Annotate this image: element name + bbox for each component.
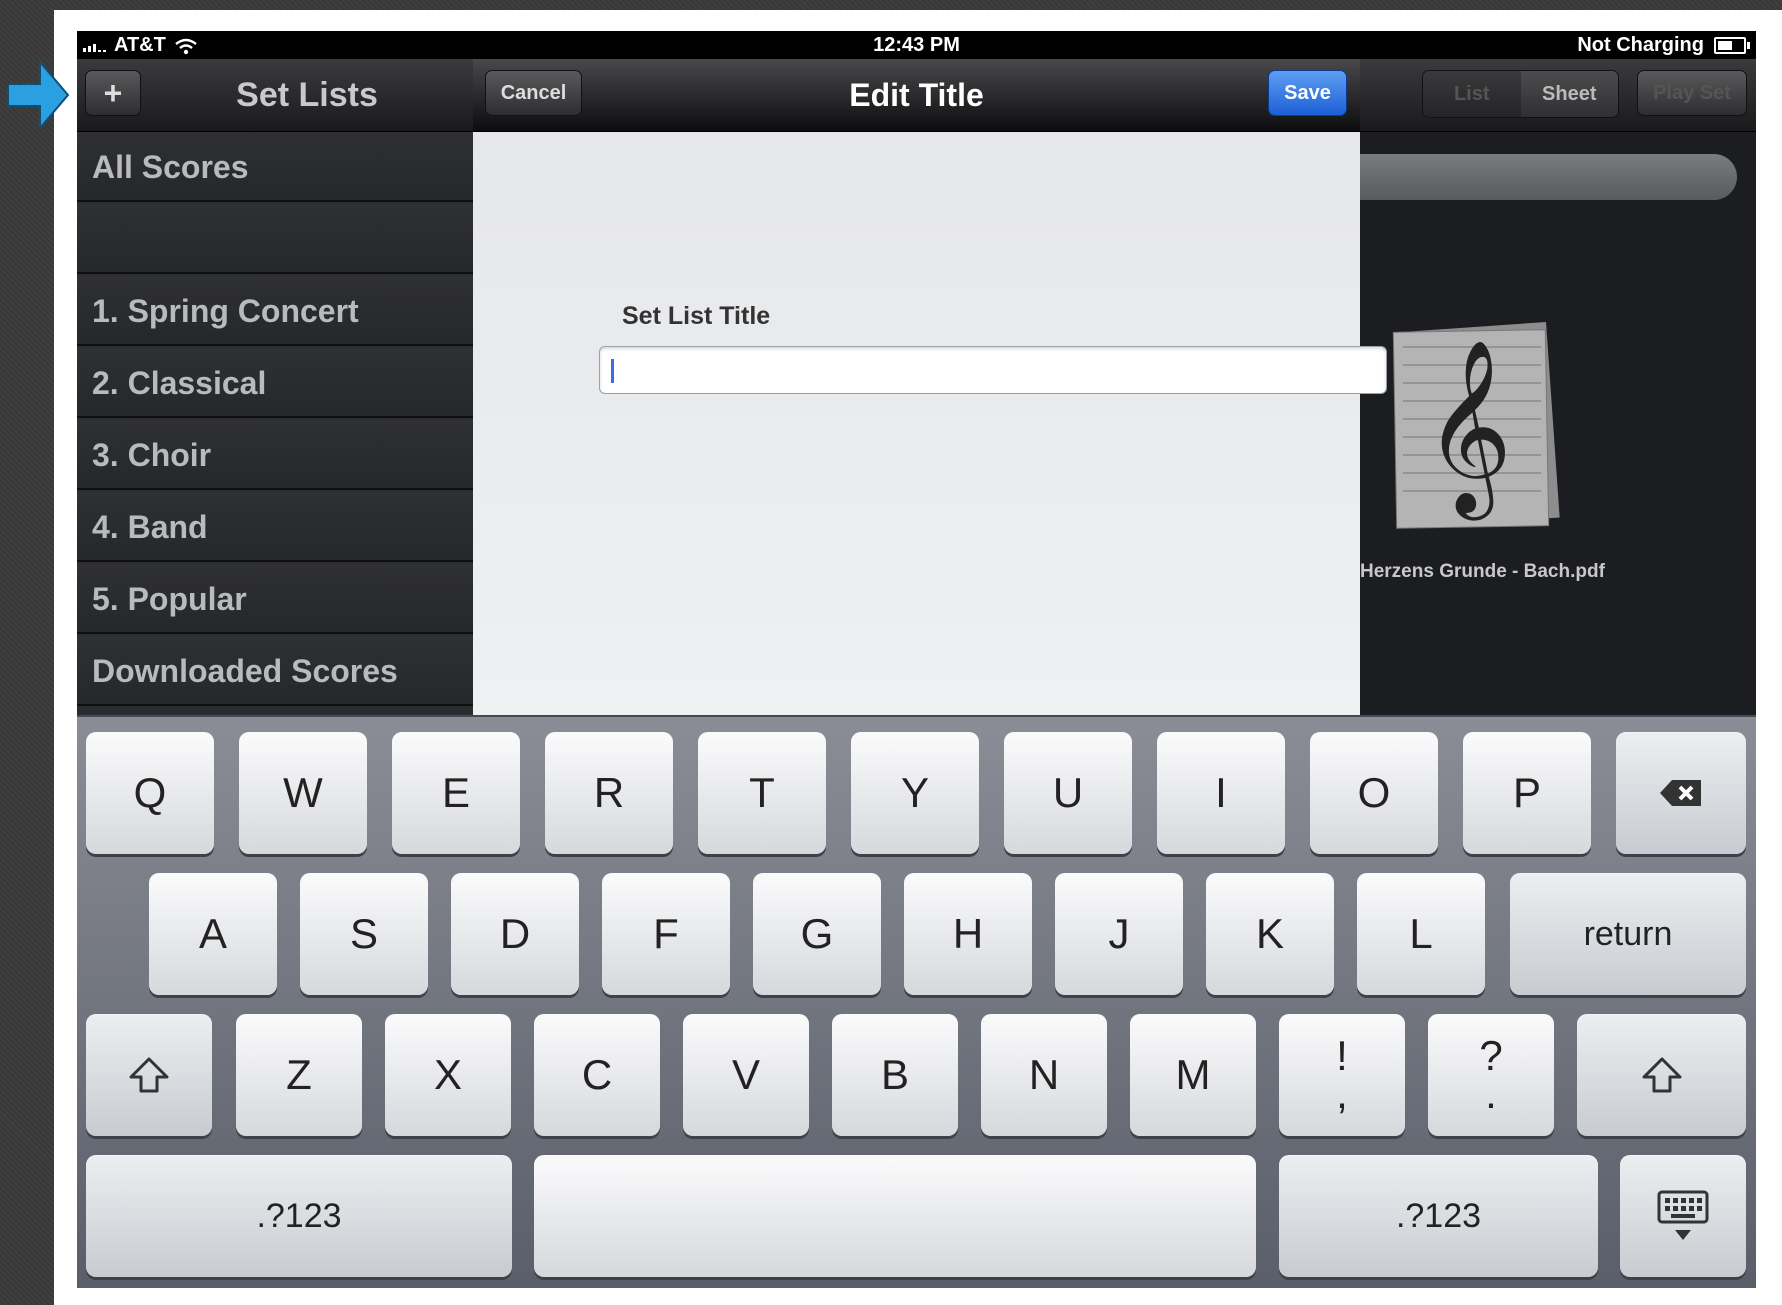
key-f[interactable]: F: [602, 873, 730, 995]
segment-list[interactable]: List: [1423, 71, 1521, 117]
shift-key-right[interactable]: [1577, 1014, 1746, 1136]
key-y[interactable]: Y: [851, 732, 979, 854]
text-caret: [611, 359, 614, 383]
key-w[interactable]: W: [239, 732, 367, 854]
clock: 12:43 PM: [873, 34, 960, 56]
set-lists-title: Set Lists: [236, 76, 378, 114]
sidebar-item-spring-concert[interactable]: 1. Spring Concert: [77, 276, 473, 346]
set-list-title-label: Set List Title: [622, 302, 771, 330]
key-j[interactable]: J: [1055, 873, 1183, 995]
key-m[interactable]: M: [1130, 1014, 1256, 1136]
key-e[interactable]: E: [392, 732, 520, 854]
edit-title-form: [473, 132, 1360, 715]
dismiss-keyboard-key[interactable]: [1620, 1155, 1746, 1277]
key-v[interactable]: V: [683, 1014, 809, 1136]
key-r[interactable]: R: [545, 732, 673, 854]
sidebar-item-popular[interactable]: 5. Popular: [77, 564, 473, 634]
key-c[interactable]: C: [534, 1014, 660, 1136]
key-k[interactable]: K: [1206, 873, 1334, 995]
backspace-icon: [1660, 780, 1701, 806]
status-bar: AT&T 12:43 PM Not Charging: [77, 31, 1756, 59]
key-question-period[interactable]: ? .: [1428, 1014, 1554, 1136]
battery-status: Not Charging: [1577, 34, 1704, 56]
key-l[interactable]: L: [1357, 873, 1485, 995]
key-n[interactable]: N: [981, 1014, 1107, 1136]
key-u[interactable]: U: [1004, 732, 1132, 854]
sidebar-item-classical[interactable]: 2. Classical: [77, 348, 473, 418]
numbers-key-label: .?123: [1395, 1196, 1482, 1235]
numbers-key-left[interactable]: .?123: [86, 1155, 512, 1277]
return-key[interactable]: return: [1510, 873, 1746, 995]
key-q[interactable]: Q: [86, 732, 214, 854]
key-x[interactable]: X: [385, 1014, 511, 1136]
backspace-key[interactable]: [1616, 732, 1746, 854]
key-p[interactable]: P: [1463, 732, 1591, 854]
ipad-screen: AT&T 12:43 PM Not Charging + Set Lists L…: [77, 31, 1756, 1288]
search-bar[interactable]: [1337, 154, 1737, 200]
view-segmented-control: List Sheet: [1422, 70, 1619, 118]
sidebar-item-blank[interactable]: [77, 204, 473, 274]
set-list-title-input[interactable]: [599, 346, 1387, 394]
key-i[interactable]: I: [1157, 732, 1285, 854]
key-period-label: .: [1485, 1070, 1497, 1117]
add-set-list-button[interactable]: +: [85, 70, 141, 116]
set-lists-sidebar: All Scores 1. Spring Concert 2. Classica…: [77, 132, 473, 715]
on-screen-keyboard: Q W E R T Y U I O P A S D F G H J K L re…: [77, 715, 1756, 1288]
sidebar-item-downloaded-scores[interactable]: Downloaded Scores: [77, 636, 473, 706]
play-set-button[interactable]: Play Set: [1637, 70, 1747, 116]
svg-text:𝄞: 𝄞: [1424, 339, 1513, 521]
key-comma-label: ,: [1336, 1070, 1348, 1117]
battery-icon: [1714, 37, 1750, 54]
sheet-music-icon[interactable]: 𝄞: [1383, 317, 1565, 533]
modal-title: Edit Title: [849, 77, 984, 113]
key-a[interactable]: A: [149, 873, 277, 995]
edit-title-nav-bar: Edit Title Cancel Save: [473, 59, 1360, 132]
segment-sheet[interactable]: Sheet: [1520, 71, 1618, 117]
return-key-label: return: [1583, 914, 1673, 953]
key-b[interactable]: B: [832, 1014, 958, 1136]
score-filename: Herzens Grunde - Bach.pdf: [1360, 561, 1605, 582]
key-z[interactable]: Z: [236, 1014, 362, 1136]
shift-key-left[interactable]: [86, 1014, 212, 1136]
shift-icon: [129, 1057, 169, 1093]
key-s[interactable]: S: [300, 873, 428, 995]
key-h[interactable]: H: [904, 873, 1032, 995]
keyboard-dismiss-icon: [1657, 1190, 1709, 1240]
key-g[interactable]: G: [753, 873, 881, 995]
numbers-key-label: .?123: [256, 1196, 342, 1235]
space-bar[interactable]: [534, 1155, 1256, 1277]
key-o[interactable]: O: [1310, 732, 1438, 854]
sidebar-item-all-scores[interactable]: All Scores: [77, 132, 473, 202]
key-d[interactable]: D: [451, 873, 579, 995]
shift-icon: [1642, 1057, 1681, 1093]
numbers-key-right[interactable]: .?123: [1279, 1155, 1598, 1277]
save-button[interactable]: Save: [1268, 70, 1347, 116]
sidebar-item-band[interactable]: 4. Band: [77, 492, 473, 562]
key-t[interactable]: T: [698, 732, 826, 854]
sidebar-item-choir[interactable]: 3. Choir: [77, 420, 473, 490]
cancel-button[interactable]: Cancel: [485, 70, 582, 116]
annotation-arrow-icon: [7, 59, 70, 131]
key-exclaim-comma[interactable]: ! ,: [1279, 1014, 1405, 1136]
